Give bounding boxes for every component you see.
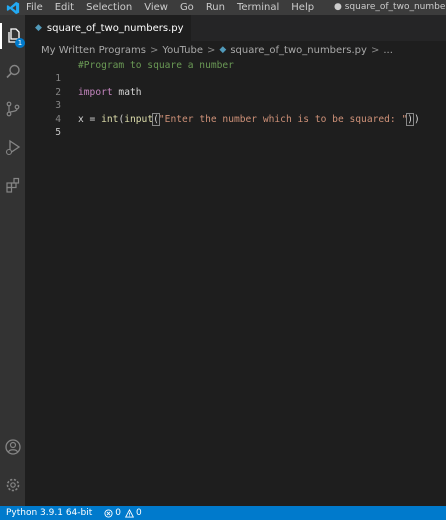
code-function: input: [124, 114, 154, 125]
menu-bar: File Edit Selection View Go Run Terminal…: [0, 0, 446, 15]
menu-selection[interactable]: Selection: [80, 0, 138, 15]
status-bar: Python 3.9.1 64-bit 0 0: [0, 506, 446, 520]
search-icon: [5, 64, 20, 79]
code-module: math: [112, 87, 142, 98]
code-paren: ): [414, 114, 420, 125]
accounts-button[interactable]: [0, 434, 25, 460]
problems-indicator[interactable]: 0 0: [98, 506, 147, 520]
run-debug-button[interactable]: [0, 134, 25, 160]
source-control-icon: [6, 101, 19, 117]
extensions-icon: [5, 177, 19, 193]
chevron-right-icon: >: [207, 44, 216, 56]
menu-help[interactable]: Help: [285, 0, 320, 15]
code-line[interactable]: 2: [25, 73, 446, 98]
code-line[interactable]: 4: [25, 100, 446, 125]
tab-square-of-two-numbers[interactable]: ◆ square_of_two_numbers.py: [25, 15, 191, 41]
breadcrumb-folder[interactable]: My Written Programs: [41, 45, 146, 56]
code-comment: #Program to square a number: [78, 60, 234, 71]
menu-file[interactable]: File: [26, 0, 49, 15]
chevron-right-icon: >: [149, 44, 159, 56]
warning-icon: [125, 508, 134, 518]
extensions-button[interactable]: [0, 172, 25, 198]
code-line[interactable]: 1 #Program to square a number: [25, 59, 446, 84]
code-keyword: import: [78, 87, 113, 98]
code-line-current[interactable]: 5 x = int(input("Enter the number which …: [25, 113, 446, 138]
code-string: "Enter the number which is to be squared…: [158, 114, 408, 125]
code-editor[interactable]: 1 #Program to square a number 2 3 import…: [25, 59, 446, 506]
account-icon: [4, 439, 21, 455]
code-function: int: [101, 114, 119, 125]
source-control-button[interactable]: [0, 96, 25, 122]
menu-run[interactable]: Run: [200, 0, 231, 15]
gear-icon: [6, 478, 19, 492]
line-number: 5: [55, 127, 61, 138]
breadcrumb-subfolder[interactable]: YouTube: [162, 45, 203, 56]
python-interpreter[interactable]: Python 3.9.1 64-bit: [0, 506, 98, 520]
code-operator: =: [83, 114, 102, 125]
menu-terminal[interactable]: Terminal: [231, 0, 285, 15]
menu-edit[interactable]: Edit: [49, 0, 80, 15]
vscode-logo-icon: [0, 0, 26, 15]
tab-label: square_of_two_numbers.py: [46, 22, 184, 34]
menu-view[interactable]: View: [138, 0, 174, 15]
tab-bar: ◆ square_of_two_numbers.py: [25, 15, 446, 41]
search-button[interactable]: [0, 59, 25, 85]
explorer-button[interactable]: 1: [0, 23, 25, 49]
warning-count: 0: [136, 508, 142, 518]
explorer-badge: 1: [15, 38, 25, 48]
error-icon: [104, 508, 113, 518]
menu-go[interactable]: Go: [174, 0, 200, 15]
activity-bar: 1: [0, 15, 25, 506]
chevron-right-icon: >: [370, 44, 380, 56]
code-line[interactable]: 3 import math: [25, 86, 446, 111]
breadcrumb-symbol[interactable]: ...: [383, 45, 393, 56]
manage-button[interactable]: [0, 472, 25, 498]
window-title: ● square_of_two_numbers.py: [334, 2, 446, 12]
breadcrumb: My Written Programs > YouTube > ◆ square…: [25, 41, 446, 59]
breadcrumb-file[interactable]: square_of_two_numbers.py: [230, 45, 367, 56]
error-count: 0: [115, 508, 121, 518]
python-file-icon: ◆: [219, 45, 227, 55]
run-debug-icon: [5, 139, 20, 156]
python-file-icon: ◆: [35, 23, 42, 33]
